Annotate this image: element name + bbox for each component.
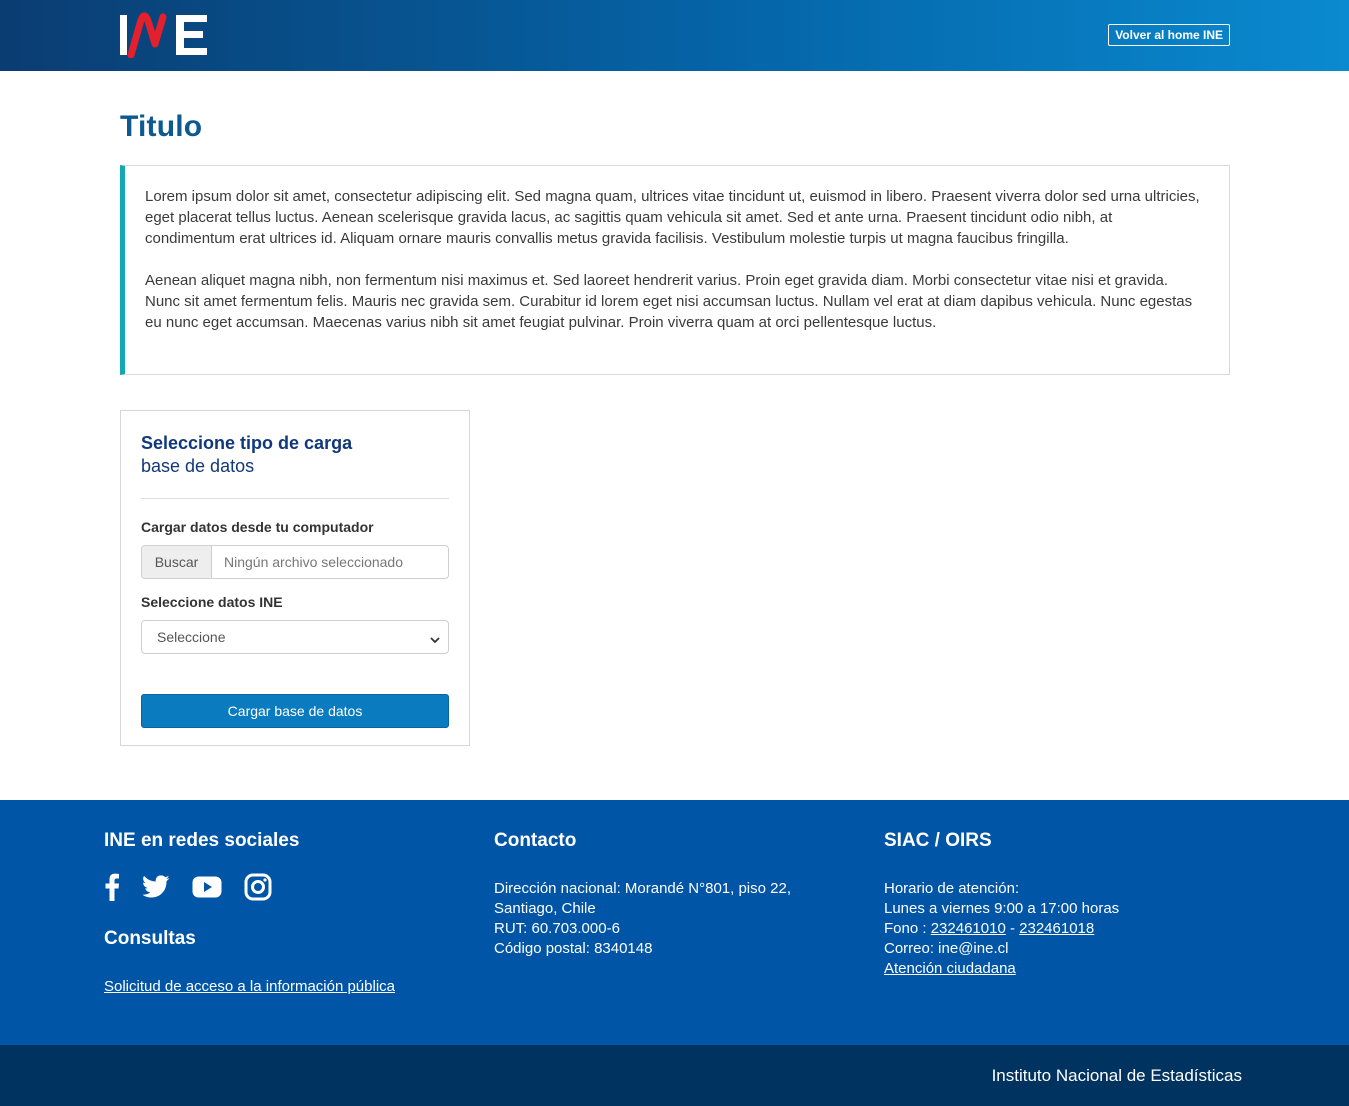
- ine-logo[interactable]: [119, 12, 211, 59]
- twitter-icon[interactable]: [142, 875, 170, 905]
- file-upload-label: Cargar datos desde tu computador: [141, 519, 374, 535]
- consultas-title: Consultas: [104, 928, 196, 949]
- file-upload-input[interactable]: Buscar Ningún archivo seleccionado: [141, 545, 449, 579]
- intro-paragraph: Lorem ipsum dolor sit amet, consectetur …: [145, 188, 1200, 247]
- site-header: Volver al home INE: [0, 0, 1349, 71]
- contact-city: Santiago, Chile: [494, 900, 596, 917]
- social-title: INE en redes sociales: [104, 830, 300, 851]
- browse-button[interactable]: Buscar: [142, 546, 212, 578]
- siac-hours: Lunes a viernes 9:00 a 17:00 horas: [884, 900, 1120, 917]
- ine-data-select-label: Seleccione datos INE: [141, 594, 283, 610]
- load-database-button[interactable]: Cargar base de datos: [141, 694, 449, 728]
- institution-name: Instituto Nacional de Estadísticas: [991, 1066, 1242, 1085]
- upload-card: Seleccione tipo de carga base de datos C…: [120, 410, 470, 746]
- footer-siac-column: SIAC / OIRS Horario de atención: Lunes a…: [884, 830, 1244, 979]
- intro-box: Lorem ipsum dolor sit amet, consectetur …: [120, 165, 1230, 375]
- card-subtitle: base de datos: [141, 456, 255, 476]
- contact-postal-code: Código postal: 8340148: [494, 940, 653, 957]
- public-info-request-link[interactable]: Solicitud de acceso a la información púb…: [104, 978, 395, 995]
- footer-bottom-bar: Instituto Nacional de Estadísticas: [0, 1045, 1349, 1106]
- phone-link-2[interactable]: 232461018: [1019, 920, 1094, 937]
- siac-phone-line: Fono : 232461010 - 232461018: [884, 919, 1244, 939]
- site-footer: INE en redes sociales Consultas Solicitu…: [0, 800, 1349, 1045]
- footer-social-column: INE en redes sociales Consultas Solicitu…: [104, 830, 434, 997]
- siac-hours-label: Horario de atención:: [884, 880, 1020, 897]
- chevron-down-icon: [430, 632, 440, 644]
- citizen-attention-link[interactable]: Atención ciudadana: [884, 960, 1016, 977]
- card-divider: [141, 498, 449, 499]
- contact-address: Dirección nacional: Morandé N°801, piso …: [494, 880, 791, 897]
- social-icons: [104, 873, 434, 907]
- intro-paragraph: Aenean aliquet magna nibh, non fermentum…: [145, 272, 1193, 331]
- phone-label: Fono :: [884, 920, 931, 937]
- facebook-icon[interactable]: [104, 873, 120, 907]
- home-ine-link[interactable]: Volver al home INE: [1108, 24, 1230, 46]
- select-value: Seleccione: [157, 629, 226, 645]
- contact-title: Contacto: [494, 830, 577, 851]
- contact-rut: RUT: 60.703.000-6: [494, 920, 620, 937]
- page-title: Titulo: [120, 110, 203, 143]
- file-name-display: Ningún archivo seleccionado: [224, 554, 403, 570]
- card-title: Seleccione tipo de carga: [141, 433, 353, 453]
- youtube-icon[interactable]: [192, 876, 222, 904]
- ine-data-select[interactable]: Seleccione: [141, 620, 449, 654]
- phone-separator: -: [1005, 920, 1020, 937]
- siac-email: Correo: ine@ine.cl: [884, 940, 1009, 957]
- footer-contact-column: Contacto Dirección nacional: Morandé N°8…: [494, 830, 824, 959]
- phone-link-1[interactable]: 232461010: [931, 920, 1006, 937]
- instagram-icon[interactable]: [244, 873, 272, 907]
- siac-title: SIAC / OIRS: [884, 830, 992, 851]
